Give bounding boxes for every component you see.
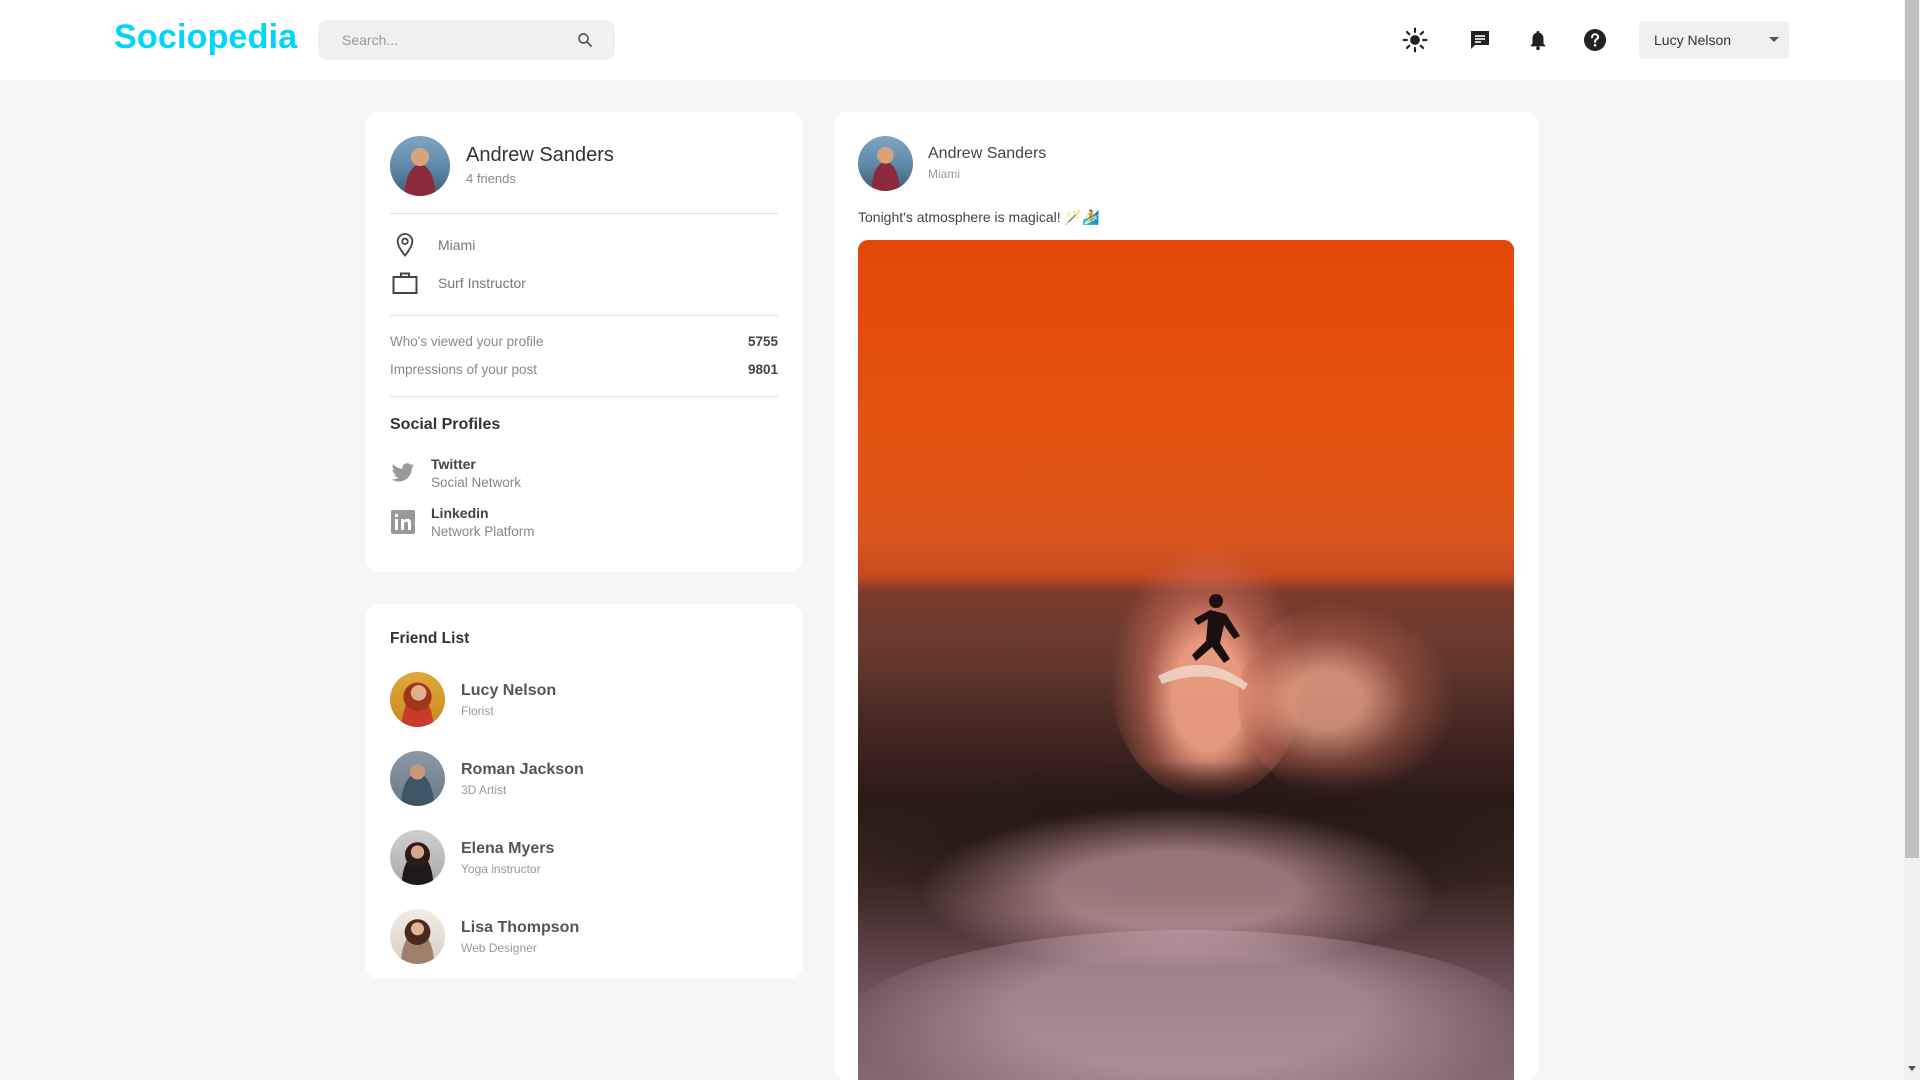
friend-occupation: Yoga instructor xyxy=(461,861,541,876)
stat-label: Who's viewed your profile xyxy=(390,334,544,349)
avatar[interactable] xyxy=(390,830,445,885)
divider xyxy=(390,315,778,316)
list-item: Lisa Thompson Web Designer xyxy=(390,909,579,964)
list-item: Lucy Nelson Florist xyxy=(390,672,556,727)
sun-icon[interactable] xyxy=(1401,26,1429,54)
user-select-value: Lucy Nelson xyxy=(1654,32,1732,48)
social-profiles-title: Social Profiles xyxy=(390,416,501,433)
twitter-icon[interactable] xyxy=(390,460,416,486)
stat-row: Who's viewed your profile 5755 xyxy=(390,334,778,349)
friends-count: 4 friends xyxy=(466,171,516,186)
post-image xyxy=(858,240,1514,1080)
friend-list-widget: Friend List Lucy Nelson Florist Roman Ja… xyxy=(366,604,802,978)
stat-label: Impressions of your post xyxy=(390,362,538,377)
avatar[interactable] xyxy=(858,136,913,191)
stat-value: 5755 xyxy=(747,334,778,349)
stat-row: Impressions of your post 9801 xyxy=(390,362,778,377)
user-name[interactable]: Andrew Sanders xyxy=(466,144,614,167)
social-desc: Network Platform xyxy=(431,524,535,539)
scroll-down-icon[interactable] xyxy=(1908,1066,1916,1071)
social-name: Twitter xyxy=(431,456,476,472)
location-row: Miami xyxy=(390,230,475,260)
friend-list-title: Friend List xyxy=(390,630,470,647)
friend-name[interactable]: Lisa Thompson xyxy=(461,919,579,937)
avatar[interactable] xyxy=(390,909,445,964)
social-desc: Social Network xyxy=(431,475,522,490)
post-author-name[interactable]: Andrew Sanders xyxy=(928,145,1046,163)
search-input[interactable] xyxy=(342,32,575,48)
scrollbar-thumb[interactable] xyxy=(1905,0,1919,858)
occupation-row: Surf Instructor xyxy=(390,268,526,298)
friend-occupation: Web Designer xyxy=(461,940,537,955)
location-text: Miami xyxy=(438,237,476,253)
avatar[interactable] xyxy=(390,672,445,727)
friend-name[interactable]: Elena Myers xyxy=(461,840,554,858)
navbar: Sociopedia Lucy Nelson xyxy=(0,0,1904,80)
search-icon[interactable] xyxy=(575,30,595,50)
list-item: Elena Myers Yoga instructor xyxy=(390,830,554,885)
friend-occupation: Florist xyxy=(461,703,494,718)
stat-value: 9801 xyxy=(747,362,778,377)
bell-icon[interactable] xyxy=(1524,26,1552,54)
avatar[interactable] xyxy=(390,751,445,806)
app-logo[interactable]: Sociopedia xyxy=(114,18,297,57)
location-pin-icon xyxy=(390,230,420,260)
friend-occupation: 3D Artist xyxy=(461,782,507,797)
briefcase-icon xyxy=(390,268,420,298)
linkedin-icon[interactable] xyxy=(390,509,416,535)
post-description: Tonight's atmosphere is magical! 🪄🏄 xyxy=(858,209,1100,225)
user-select[interactable]: Lucy Nelson xyxy=(1639,21,1789,59)
message-icon[interactable] xyxy=(1466,26,1494,54)
divider xyxy=(390,213,778,214)
divider xyxy=(390,396,778,397)
post-location: Miami xyxy=(928,167,960,181)
post-widget: Andrew Sanders Miami Tonight's atmospher… xyxy=(834,112,1538,1080)
list-item: Roman Jackson 3D Artist xyxy=(390,751,584,806)
chevron-down-icon[interactable] xyxy=(1769,37,1779,42)
social-profile-twitter: Twitter Social Network xyxy=(390,456,521,490)
user-widget: Andrew Sanders 4 friends Miami Surf Inst… xyxy=(366,112,802,572)
occupation-text: Surf Instructor xyxy=(438,275,526,291)
friend-name[interactable]: Lucy Nelson xyxy=(461,682,556,700)
search-box[interactable] xyxy=(318,20,615,60)
avatar[interactable] xyxy=(390,136,450,196)
friend-name[interactable]: Roman Jackson xyxy=(461,761,584,779)
social-name: Linkedin xyxy=(431,505,489,521)
social-profile-linkedin: Linkedin Network Platform xyxy=(390,505,535,539)
help-icon[interactable] xyxy=(1581,26,1609,54)
